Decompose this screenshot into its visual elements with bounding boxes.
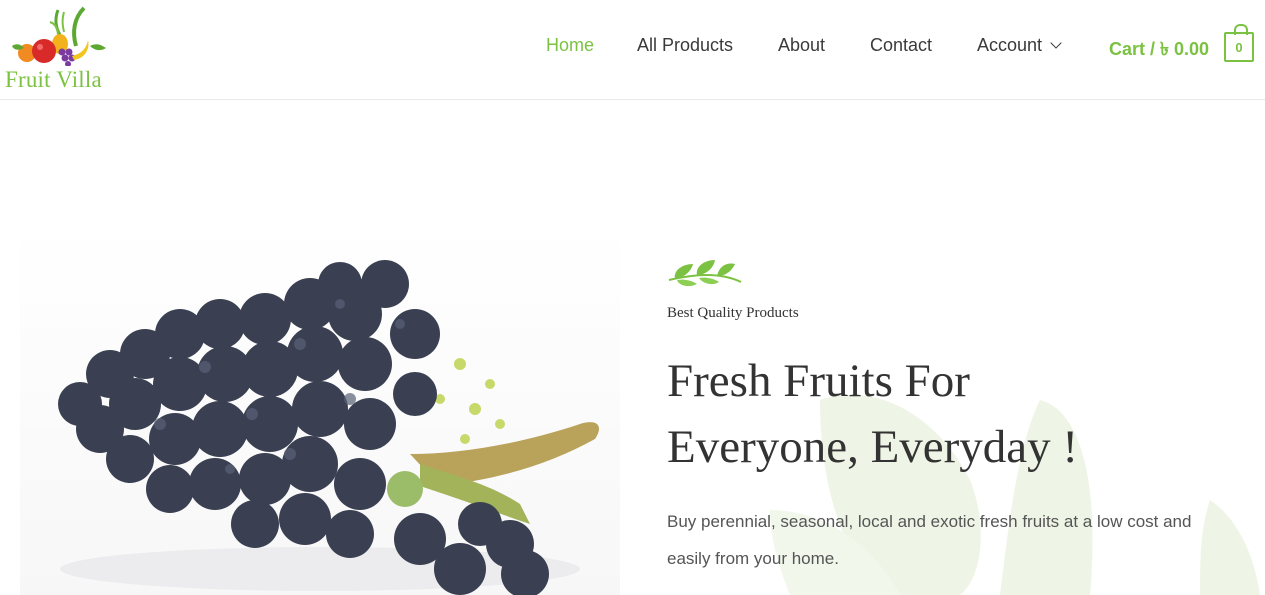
shopping-bag-icon[interactable]: 0 bbox=[1224, 24, 1254, 62]
nav-contact[interactable]: Contact bbox=[870, 35, 932, 56]
hero-image-grapes bbox=[20, 224, 620, 595]
hero-description: Buy perennial, seasonal, local and exoti… bbox=[667, 512, 1192, 568]
nav-all-products[interactable]: All Products bbox=[637, 35, 733, 56]
leaf-sprig-icon bbox=[668, 260, 742, 287]
hero-kicker: Best Quality Products bbox=[667, 305, 799, 321]
site-logo[interactable]: Fruit Villa bbox=[2, 4, 112, 92]
site-header: Fruit Villa Home All Products About Cont… bbox=[0, 0, 1265, 100]
hero-headline-line1: Fresh Fruits For bbox=[667, 355, 970, 407]
fruit-basket-logo-icon bbox=[12, 6, 106, 67]
hero-headline: Fresh Fruits For Everyone, Everyday ! bbox=[667, 348, 1227, 480]
logo-text: Fruit Villa bbox=[5, 67, 102, 92]
chevron-down-icon bbox=[1050, 37, 1062, 49]
grapes-illustration bbox=[58, 260, 600, 595]
hero-headline-line2: Everyone, Everyday ! bbox=[667, 421, 1079, 473]
nav-account-label: Account bbox=[977, 35, 1043, 55]
nav-home[interactable]: Home bbox=[546, 35, 594, 56]
cart-count: 0 bbox=[1235, 40, 1243, 55]
nav-account[interactable]: Account bbox=[977, 35, 1062, 56]
cart-link[interactable]: Cart / ৳ 0.00 bbox=[1109, 35, 1209, 66]
nav-about[interactable]: About bbox=[778, 35, 825, 56]
